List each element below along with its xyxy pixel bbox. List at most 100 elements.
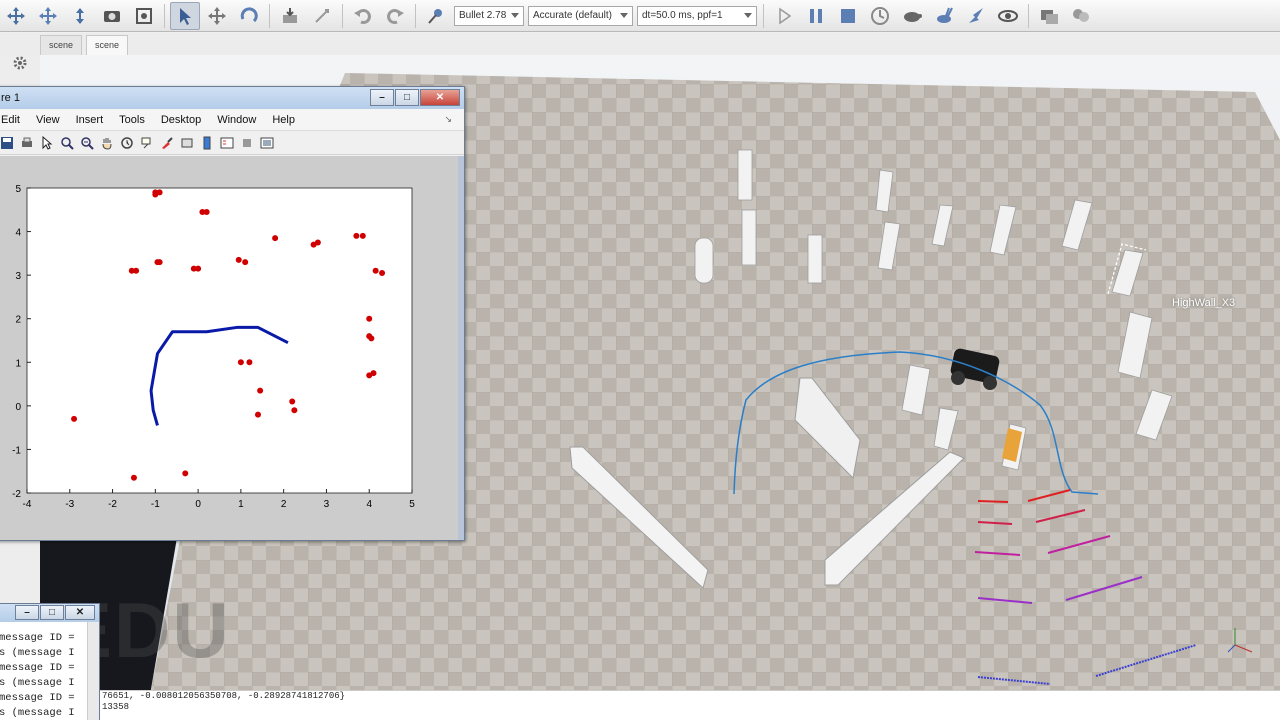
figure-scrollbar[interactable]: [458, 156, 464, 540]
slow-turtle-icon[interactable]: [897, 2, 927, 30]
dock-arrow-icon[interactable]: ↘: [436, 114, 460, 125]
menu-view[interactable]: View: [28, 114, 68, 126]
zoom-out-icon[interactable]: [77, 134, 97, 152]
figure-toolbar: [0, 131, 464, 155]
pointer-icon[interactable]: [37, 134, 57, 152]
obstacle-point: [359, 232, 366, 239]
console-line: message ID =: [0, 692, 75, 704]
menu-help[interactable]: Help: [264, 114, 303, 126]
obstacle-point: [289, 398, 296, 405]
console-close-button[interactable]: ✕: [65, 605, 95, 620]
console-line: message ID =: [0, 662, 75, 674]
menu-window[interactable]: Window: [209, 114, 264, 126]
object-shift-icon[interactable]: [202, 2, 232, 30]
scene-tab-bar: scene scene: [0, 33, 1280, 55]
console-line: message ID =: [0, 632, 75, 644]
figure-title: re 1: [1, 92, 20, 104]
fit-to-view-icon[interactable]: [129, 2, 159, 30]
camera-rotate-icon[interactable]: [33, 2, 63, 30]
obstacle-point: [257, 387, 264, 394]
legend-icon[interactable]: [217, 134, 237, 152]
physics-engine-select[interactable]: Bullet 2.78: [454, 5, 524, 26]
save-icon[interactable]: [0, 134, 17, 152]
plot-axes[interactable]: -4 -3 -2 -1 0 1 2 3 4 5 5 4 3 2 1 0 -1 -2: [0, 156, 464, 540]
threaded-render-icon[interactable]: [961, 2, 991, 30]
maximize-button[interactable]: □: [395, 89, 419, 106]
console-title-bar[interactable]: – □ ✕: [0, 604, 99, 622]
dynamics-icon[interactable]: [421, 2, 451, 30]
rotate-3d-icon[interactable]: [117, 134, 137, 152]
tab-scene-2[interactable]: scene: [86, 35, 129, 55]
menu-desktop[interactable]: Desktop: [153, 114, 209, 126]
maximize-icon: □: [403, 92, 411, 103]
camera-pan-icon[interactable]: [1, 2, 31, 30]
show-tools-icon[interactable]: [257, 134, 277, 152]
obstacle-point: [71, 415, 78, 422]
menu-tools[interactable]: Tools: [111, 114, 153, 126]
undo-icon[interactable]: [348, 2, 378, 30]
realtime-clock-icon[interactable]: [865, 2, 895, 30]
x-tick-label: 0: [195, 499, 201, 510]
x-tick-label: -4: [23, 499, 32, 510]
play-icon[interactable]: [769, 2, 799, 30]
obstacle-point: [370, 370, 377, 377]
console-scrollbar[interactable]: [87, 622, 99, 720]
fast-rabbit-icon[interactable]: [929, 2, 959, 30]
status-line: 76651, -0.008012056350708, -0.2892874181…: [102, 691, 346, 701]
hide-tools-icon[interactable]: [237, 134, 257, 152]
menu-insert[interactable]: Insert: [68, 114, 112, 126]
minimize-button[interactable]: –: [370, 89, 394, 106]
obstacle-point: [156, 189, 163, 196]
camera-icon[interactable]: [97, 2, 127, 30]
obstacle-point: [353, 232, 360, 239]
close-icon: ✕: [75, 607, 85, 618]
redo-icon[interactable]: [380, 2, 410, 30]
accuracy-select[interactable]: Accurate (default): [528, 5, 633, 26]
data-cursor-icon[interactable]: [137, 134, 157, 152]
close-button[interactable]: ✕: [420, 89, 460, 106]
timestep-select[interactable]: dt=50.0 ms, ppf=1: [637, 5, 757, 26]
tab-scene-1[interactable]: scene: [40, 35, 83, 55]
obstacle-point: [182, 470, 189, 477]
zoom-in-icon[interactable]: [57, 134, 77, 152]
maximize-icon: □: [48, 607, 56, 618]
page-selector-icon[interactable]: [1034, 2, 1064, 30]
tab-label: scene: [49, 40, 74, 50]
stop-icon[interactable]: [833, 2, 863, 30]
print-icon[interactable]: [17, 134, 37, 152]
figure-title-bar[interactable]: re 1 – □ ✕: [0, 87, 464, 109]
obstacle-point: [366, 315, 373, 322]
obstacle-point: [291, 407, 298, 414]
y-tick-label: 1: [15, 358, 21, 369]
console-maximize-button[interactable]: □: [40, 605, 64, 620]
console-minimize-button[interactable]: –: [15, 605, 39, 620]
visualization-eye-icon[interactable]: [993, 2, 1023, 30]
figure-window: re 1 – □ ✕ Edit View Insert Tools Deskto…: [0, 86, 465, 541]
object-rotate-icon[interactable]: [234, 2, 264, 30]
camera-shift-icon[interactable]: [65, 2, 95, 30]
x-tick-label: 3: [324, 499, 330, 510]
y-tick-label: -2: [12, 489, 21, 500]
x-tick-label: -1: [151, 499, 160, 510]
obstacle-point: [203, 208, 210, 215]
colorbar-icon[interactable]: [197, 134, 217, 152]
transfer-dna-icon[interactable]: [307, 2, 337, 30]
minimize-icon: –: [379, 92, 385, 103]
scene-selector-icon[interactable]: [1066, 2, 1096, 30]
menu-edit[interactable]: Edit: [0, 114, 28, 126]
gear-icon[interactable]: [0, 55, 40, 75]
obstacle-point: [133, 267, 140, 274]
minimize-icon: –: [24, 607, 30, 618]
link-plot-icon[interactable]: [177, 134, 197, 152]
obstacle-point: [242, 259, 249, 266]
obstacle-point: [314, 239, 321, 246]
pan-hand-icon[interactable]: [97, 134, 117, 152]
brush-icon[interactable]: [157, 134, 177, 152]
select-cursor-icon[interactable]: [170, 1, 200, 30]
assemble-icon[interactable]: [275, 2, 305, 30]
y-tick-label: -1: [12, 445, 21, 456]
x-tick-label: 1: [238, 499, 244, 510]
console-line: s (message I: [0, 647, 75, 659]
pause-icon[interactable]: [801, 2, 831, 30]
x-tick-label: -3: [65, 499, 74, 510]
